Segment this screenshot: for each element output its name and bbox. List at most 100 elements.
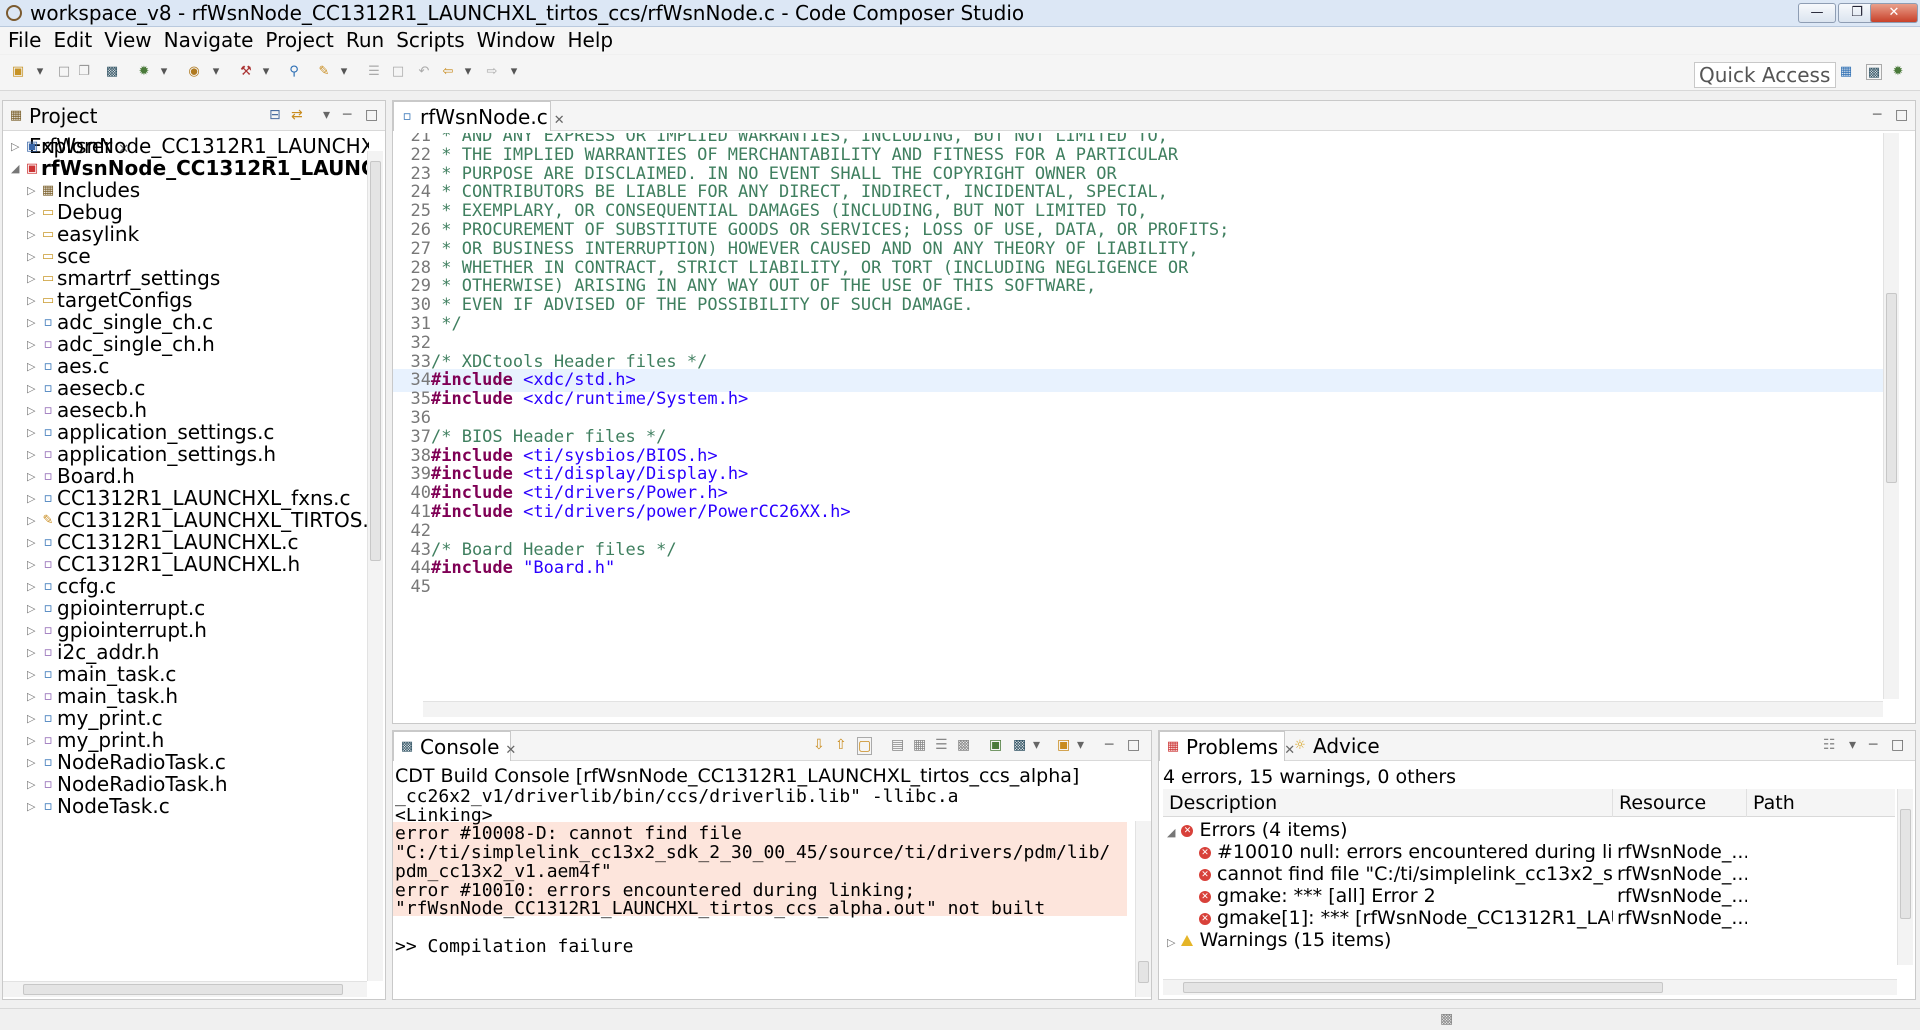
menu-view[interactable]: View <box>98 27 157 54</box>
dropdown-icon[interactable]: ▾ <box>258 64 274 80</box>
tab-console[interactable]: ▩ Console ✕ <box>393 731 516 761</box>
minimize-view-icon[interactable]: ─ <box>1873 107 1881 123</box>
cmd-file-icon: ✎ <box>42 513 54 528</box>
dropdown-icon[interactable]: ▾ <box>460 64 476 80</box>
pen-icon[interactable]: ✎ <box>316 64 332 80</box>
minimize-view-icon[interactable]: ─ <box>1105 737 1113 753</box>
code-editor[interactable]: 21 * AND ANY EXPRESS OR IMPLIED WARRANTI… <box>393 133 1883 699</box>
filter-icon[interactable]: ☷ <box>1823 737 1836 753</box>
page-icon[interactable]: □ <box>390 64 406 80</box>
menu-project[interactable]: Project <box>259 27 339 54</box>
collapse-arrow-icon[interactable]: ◢ <box>11 155 23 182</box>
clear-console-icon[interactable]: ▦ <box>913 737 926 753</box>
collapse-all-icon[interactable]: ⊟ <box>269 107 281 123</box>
scroll-thumb[interactable] <box>1183 982 1663 993</box>
minimize-button[interactable]: — <box>1798 3 1836 23</box>
menu-help[interactable]: Help <box>561 27 619 54</box>
menu-window[interactable]: Window <box>471 27 562 54</box>
maximize-view-icon[interactable]: □ <box>365 107 378 123</box>
search-icon[interactable]: ⚲ <box>286 64 302 80</box>
scroll-up-icon[interactable]: ⇧ <box>835 737 847 753</box>
quick-access-field[interactable]: Quick Access <box>1694 62 1836 88</box>
save-icon[interactable]: □ <box>56 64 72 80</box>
project-explorer-panel: ▦ Project Explorer ✕ ⊟ ⇄ ▾ ─ □ ▷ ▣ rfWsnNode… <box>2 100 386 1000</box>
copy-icon[interactable]: ▤ <box>891 737 904 753</box>
dropdown-icon[interactable]: ▾ <box>336 64 352 80</box>
menu-file[interactable]: File <box>0 27 47 54</box>
expand-arrow-icon[interactable]: ▷ <box>1167 936 1175 949</box>
display-console-icon[interactable]: ▣ <box>989 737 1002 753</box>
maximize-view-icon[interactable]: □ <box>1891 737 1904 753</box>
menu-scripts[interactable]: Scripts <box>390 27 470 54</box>
problems-tabbar: ▦ Problems ✕ ☼ Advice ☷ ▾ ─ □ <box>1159 731 1915 761</box>
tree-horizontal-scrollbar[interactable] <box>3 981 367 997</box>
view-menu-icon[interactable]: ▾ <box>323 107 330 123</box>
menu-navigate[interactable]: Navigate <box>158 27 260 54</box>
problem-group-row[interactable]: ▷ Warnings (15 items) <box>1163 927 1895 954</box>
scroll-down-icon[interactable]: ⇩ <box>813 737 825 753</box>
close-tab-icon[interactable]: ✕ <box>554 113 565 128</box>
close-button[interactable]: ✕ <box>1870 3 1918 23</box>
menu-run[interactable]: Run <box>340 27 390 54</box>
menu-edit[interactable]: Edit <box>47 27 98 54</box>
pin-console-icon[interactable]: ▩ <box>957 737 970 753</box>
terminal-icon[interactable]: ▩ <box>104 64 120 80</box>
c-file-icon: ▫ <box>43 491 53 506</box>
build-icon[interactable]: ◉ <box>186 64 202 80</box>
word-wrap-icon[interactable]: ☰ <box>935 737 948 753</box>
annotation-icon[interactable]: ☰ <box>366 64 382 80</box>
tab-problems[interactable]: ▦ Problems ✕ <box>1159 731 1295 761</box>
column-path[interactable]: Path <box>1747 789 1895 817</box>
link-editor-icon[interactable]: ⇄ <box>291 107 303 123</box>
tab-project-explorer[interactable]: ▦ Project Explorer ✕ <box>3 101 189 158</box>
perspective-ccs-edit-icon[interactable]: ▩ <box>1866 64 1882 80</box>
tab-label: rfWsnNode.c <box>420 105 548 129</box>
back-icon[interactable]: ⇦ <box>440 64 456 80</box>
new-icon[interactable]: ▣ <box>10 64 26 80</box>
collapse-arrow-icon[interactable]: ◢ <box>1167 826 1175 839</box>
h-file-icon: ▫ <box>43 337 53 352</box>
editor-vertical-scrollbar[interactable] <box>1883 133 1899 699</box>
dropdown-icon[interactable]: ▾ <box>1033 737 1040 753</box>
open-perspective-icon[interactable]: ▦ <box>1838 64 1854 80</box>
dropdown-icon[interactable]: ▾ <box>506 64 522 80</box>
dropdown-icon[interactable]: ▾ <box>208 64 224 80</box>
last-edit-icon[interactable]: ↶ <box>416 64 432 80</box>
maximize-view-icon[interactable]: □ <box>1127 737 1140 753</box>
column-description[interactable]: Description <box>1163 789 1613 817</box>
console-vertical-scrollbar[interactable] <box>1135 821 1151 997</box>
debug-icon[interactable]: ✹ <box>136 64 152 80</box>
expand-arrow-icon[interactable]: ▷ <box>27 793 39 820</box>
console-display-icon[interactable]: ▩ <box>1013 737 1026 753</box>
column-resource[interactable]: Resource <box>1613 789 1747 817</box>
minimize-view-icon[interactable]: ─ <box>1869 737 1877 753</box>
save-all-icon[interactable]: ❐ <box>76 64 92 80</box>
tree-vertical-scrollbar[interactable] <box>367 151 383 981</box>
dropdown-icon[interactable]: ▾ <box>1077 737 1084 753</box>
scroll-thumb[interactable] <box>370 161 381 561</box>
perspective-debug-icon[interactable]: ✹ <box>1890 64 1906 80</box>
scroll-thumb[interactable] <box>1900 809 1911 919</box>
close-tab-icon[interactable]: ✕ <box>505 743 516 758</box>
console-output[interactable]: CDT Build Console [rfWsnNode_CC1312R1_LA… <box>393 763 1151 999</box>
maximize-view-icon[interactable]: □ <box>1895 107 1908 123</box>
tab-rfwsnnode-c[interactable]: ▫ rfWsnNode.c ✕ <box>393 101 565 131</box>
forward-icon[interactable]: ⇨ <box>484 64 500 80</box>
problems-horizontal-scrollbar[interactable] <box>1163 979 1897 995</box>
editor-horizontal-scrollbar[interactable] <box>423 701 1883 717</box>
view-menu-icon[interactable]: ▾ <box>1849 737 1856 753</box>
hammer-icon[interactable]: ⚒ <box>238 64 254 80</box>
scroll-thumb[interactable] <box>23 984 343 995</box>
tab-advice[interactable]: ☼ Advice <box>1287 731 1387 761</box>
dropdown-icon[interactable]: ▾ <box>32 64 48 80</box>
open-console-icon[interactable]: ▣ <box>1057 737 1070 753</box>
c-file-icon: ▫ <box>43 315 53 330</box>
scroll-thumb[interactable] <box>1886 293 1897 483</box>
scroll-thumb[interactable] <box>1138 961 1149 983</box>
tab-label: Advice <box>1313 734 1380 758</box>
problems-vertical-scrollbar[interactable] <box>1897 789 1913 965</box>
dropdown-icon[interactable]: ▾ <box>156 64 172 80</box>
minimize-view-icon[interactable]: ─ <box>343 107 351 123</box>
scroll-lock-icon[interactable]: ▢ <box>857 737 873 755</box>
tree-item-label: NodeTask.c <box>57 794 170 818</box>
